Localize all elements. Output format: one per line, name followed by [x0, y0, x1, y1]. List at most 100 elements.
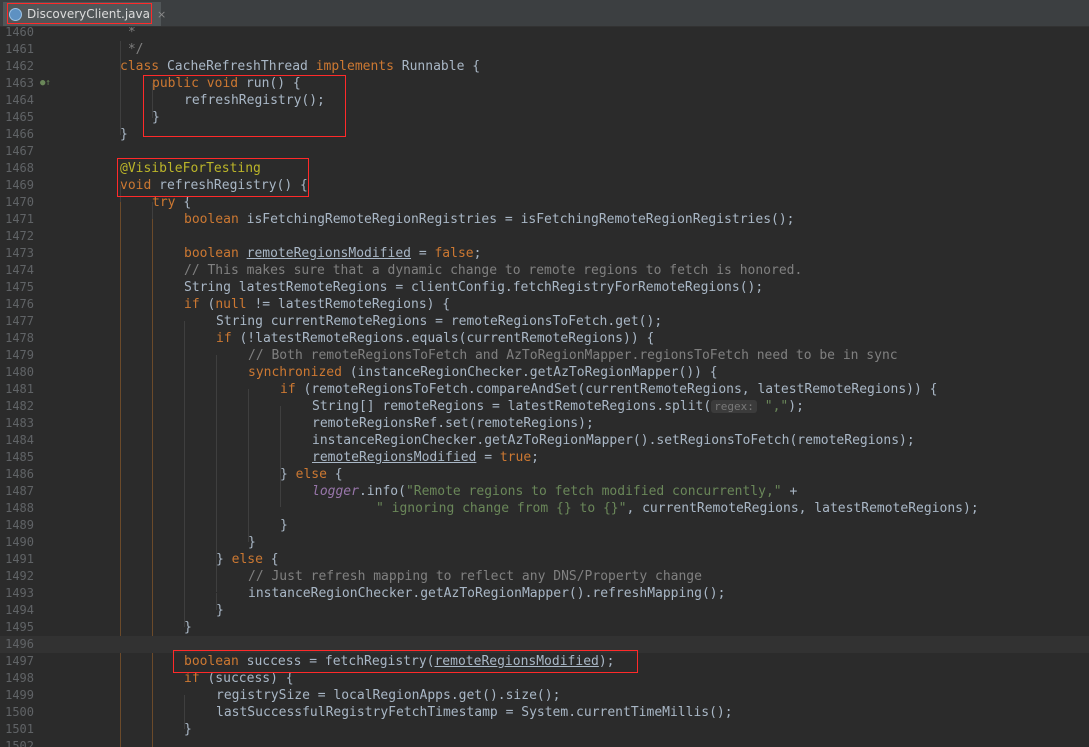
code-token: set: [445, 416, 469, 431]
code-token: }: [216, 552, 232, 567]
code-token: }: [280, 518, 288, 533]
code-line[interactable]: 1477 String currentRemoteRegions = remote…: [0, 313, 1089, 330]
code-token: (remoteRegions);: [468, 416, 594, 431]
code-line[interactable]: 1473 boolean remoteRegionsModified = fals…: [0, 245, 1089, 262]
code-line[interactable]: 1476 if (null != latestRemoteRegions) {: [0, 296, 1089, 313]
code-token: ()) {: [678, 365, 718, 380]
code-token: // Just refresh mapping to reflect any D…: [248, 569, 702, 584]
code-token: }: [248, 535, 256, 550]
code-line[interactable]: 1494}: [0, 602, 1089, 619]
code-token: "Remote regions to fetch modified concur…: [405, 484, 782, 499]
code-line[interactable]: 1489}: [0, 517, 1089, 534]
code-line[interactable]: 1481 if (remoteRegionsToFetch.compareAndS…: [0, 381, 1089, 398]
line-number: 1486: [5, 467, 34, 481]
line-number: 1468: [5, 161, 34, 175]
code-token: try: [152, 195, 184, 210]
line-number: 1488: [5, 501, 34, 515]
code-line[interactable]: 1484 instanceRegionChecker.getAzToRegionM…: [0, 432, 1089, 449]
code-text: class CacheRefreshThread implements Runn…: [120, 58, 480, 75]
code-text: } else {: [280, 466, 343, 483]
code-line[interactable]: 1490}: [0, 534, 1089, 551]
code-token: {: [183, 195, 192, 210]
line-number: 1479: [5, 348, 34, 362]
code-token: compareAndSet: [475, 382, 578, 397]
line-number: 1473: [5, 246, 34, 260]
editor-tab-bar: DiscoveryClient.java ×: [0, 0, 1089, 27]
code-line[interactable]: 1478 if (!latestRemoteRegions.equals(curr…: [0, 330, 1089, 347]
code-text: if (!latestRemoteRegions.equals(currentR…: [216, 330, 654, 347]
code-line[interactable]: 1483 remoteRegionsRef.set(remoteRegions);: [0, 415, 1089, 432]
code-text: " ignoring change from {} to {}", curren…: [376, 500, 979, 517]
line-number: 1465: [5, 110, 34, 124]
code-token: instanceRegionChecker: [357, 365, 522, 380]
code-line[interactable]: 1500 lastSuccessfulRegistryFetchTimestamp…: [0, 704, 1089, 721]
code-line[interactable]: 1474 // This makes sure that a dynamic ch…: [0, 262, 1089, 279]
code-text: *: [120, 27, 136, 41]
code-token: ();: [701, 586, 726, 601]
code-line[interactable]: 1502: [0, 738, 1089, 747]
code-token: remoteRegionsToFetch: [311, 382, 468, 397]
code-token: get: [615, 314, 639, 329]
code-line[interactable]: 1462 class CacheRefreshThread implements …: [0, 58, 1089, 75]
line-number: 1485: [5, 450, 34, 464]
code-token: implements: [315, 59, 402, 74]
code-line[interactable]: 1480 synchronized (instanceRegionChecker.…: [0, 364, 1089, 381]
code-line[interactable]: 1495}: [0, 619, 1089, 636]
code-text: }: [120, 126, 128, 143]
code-line[interactable]: 1460 *: [0, 27, 1089, 41]
code-line[interactable]: 1491} else {: [0, 551, 1089, 568]
code-line[interactable]: 1482 String[] remoteRegions = latestRemot…: [0, 398, 1089, 415]
code-token: (: [349, 365, 358, 380]
code-line[interactable]: 1479 // Both remoteRegionsToFetch and AzT…: [0, 347, 1089, 364]
line-number: 1498: [5, 671, 34, 685]
line-number: 1502: [5, 739, 34, 747]
code-line[interactable]: 1487 logger.info("Remote regions to fetch…: [0, 483, 1089, 500]
implements-method-icon[interactable]: ●↑: [40, 78, 51, 89]
code-token: if: [280, 382, 304, 397]
code-token: isFetchingRemoteRegionRegistries =: [246, 212, 521, 227]
code-text: }: [248, 534, 256, 551]
code-token: ();: [638, 314, 663, 329]
line-number: 1475: [5, 280, 34, 294]
code-line[interactable]: 1499 registrySize = localRegionApps.get()…: [0, 687, 1089, 704]
line-number: 1460: [5, 27, 34, 39]
code-line[interactable]: 1488 " ignoring change from {} to {}", cu…: [0, 500, 1089, 517]
code-line[interactable]: 1501}: [0, 721, 1089, 738]
code-line[interactable]: 1492 // Just refresh mapping to reflect a…: [0, 568, 1089, 585]
code-token: ().: [632, 433, 657, 448]
code-line[interactable]: 1461 */: [0, 41, 1089, 58]
line-number: 1490: [5, 535, 34, 549]
code-token: ();: [771, 212, 795, 227]
code-token: ();: [739, 280, 764, 295]
code-token: Runnable {: [401, 59, 481, 74]
line-number: 1493: [5, 586, 34, 600]
code-line[interactable]: 1471 boolean isFetchingRemoteRegionRegist…: [0, 211, 1089, 228]
code-token: " ignoring change from {} to {}": [376, 501, 627, 516]
code-token: (remoteRegions);: [789, 433, 915, 448]
code-text: } else {: [216, 551, 279, 568]
highlight-box-tab: [7, 3, 152, 24]
line-number: 1489: [5, 518, 34, 532]
highlight-box-run-method: [143, 75, 346, 137]
line-number: 1471: [5, 212, 34, 226]
code-token: boolean: [184, 246, 247, 261]
code-text: }: [216, 602, 224, 619]
close-tab-icon[interactable]: ×: [157, 8, 166, 21]
line-number: 1495: [5, 620, 34, 634]
code-line[interactable]: 1486 } else {: [0, 466, 1089, 483]
code-token: *: [120, 27, 136, 40]
code-token: null: [215, 297, 255, 312]
code-line[interactable]: 1485 remoteRegionsModified = true;: [0, 449, 1089, 466]
code-token: registrySize: [216, 688, 310, 703]
code-token: synchronized: [248, 365, 350, 380]
code-line[interactable]: 1472: [0, 228, 1089, 245]
code-line[interactable]: 1475 String latestRemoteRegions = clientC…: [0, 279, 1089, 296]
line-number: 1467: [5, 144, 34, 158]
code-token: (currentRemoteRegions)) {: [458, 331, 655, 346]
code-token: regex:: [711, 400, 757, 413]
code-line[interactable]: 1493 instanceRegionChecker.getAzToRegionM…: [0, 585, 1089, 602]
code-token: class: [120, 59, 167, 74]
code-token: }: [280, 467, 296, 482]
line-number: 1466: [5, 127, 34, 141]
line-number: 1500: [5, 705, 34, 719]
